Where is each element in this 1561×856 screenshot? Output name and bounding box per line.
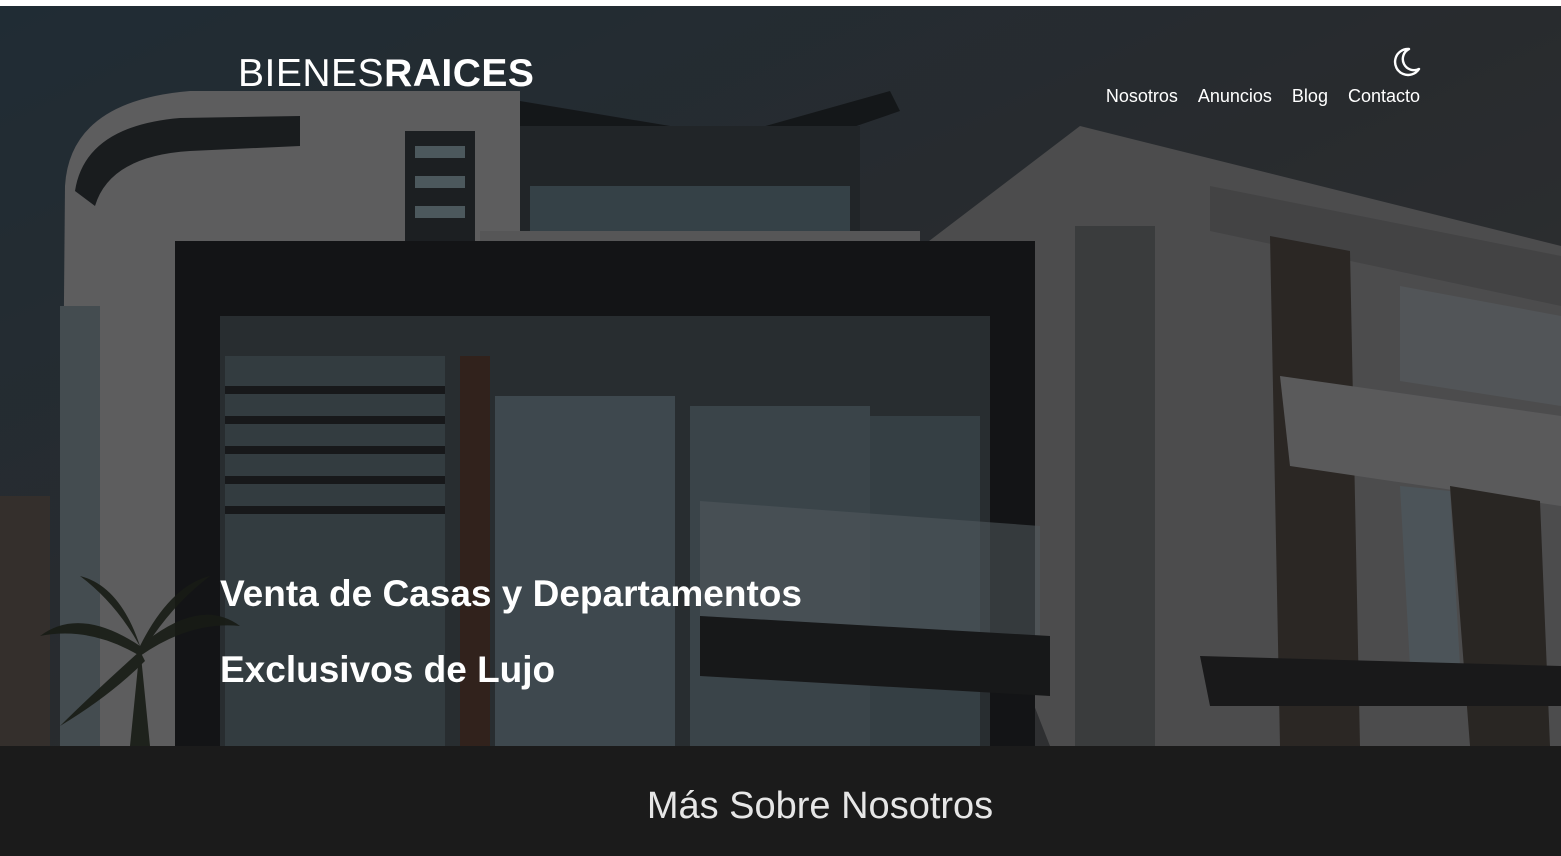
nav-link-anuncios[interactable]: Anuncios <box>1198 86 1272 106</box>
hero-header: BIENESRAICES Nosotros Anuncios Blog Cont… <box>0 6 1561 746</box>
dark-mode-toggle[interactable] <box>1388 44 1424 80</box>
about-heading: Más Sobre Nosotros <box>646 785 994 827</box>
about-section: Más Sobre Nosotros <box>0 746 1561 856</box>
nav-link-blog[interactable]: Blog <box>1292 86 1328 106</box>
main-nav: Nosotros Anuncios Blog Contacto <box>1106 86 1420 106</box>
hero-heading-line-1: Venta de Casas y Departamentos <box>220 573 802 614</box>
nav-link-contacto[interactable]: Contacto <box>1348 86 1420 106</box>
logo-bold-text: RAICES <box>384 52 535 95</box>
hero-heading-line-2: Exclusivos de Lujo <box>220 649 556 690</box>
site-logo[interactable]: BIENESRAICES <box>238 54 534 93</box>
nav-link-nosotros[interactable]: Nosotros <box>1106 86 1178 106</box>
moon-icon <box>1393 47 1421 77</box>
hero-heading: Venta de Casas y Departamentos Exclusivo… <box>220 556 1120 708</box>
logo-light-text: BIENES <box>238 52 385 95</box>
